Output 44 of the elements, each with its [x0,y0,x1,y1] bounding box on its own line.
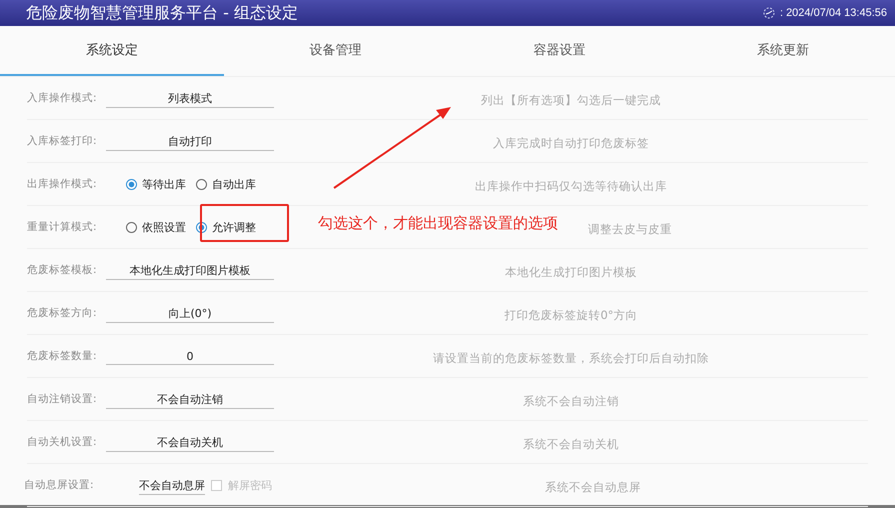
setting-label: 出库操作模式: [27,177,98,191]
setting-label: 自动注销设置: [27,392,98,406]
tab[interactable]: 系统设定 [0,26,224,76]
setting-description: 系统不会自动注销 [523,394,619,408]
setting-label: 入库标签打印: [27,134,98,148]
setting-description: 列出【所有选项】勾选后一键完成 [481,92,661,106]
setting-description: 打印危废标签旋转0°方向 [504,308,638,322]
setting-description: 调整去皮与皮重 [588,222,672,236]
setting-label: 自动息屏设置: [24,478,95,492]
tab[interactable]: 容器设置 [448,26,672,76]
setting-label: 危废标签方向: [27,306,98,320]
radio-button[interactable] [126,222,137,232]
radio-button[interactable] [196,178,207,190]
input-field[interactable]: 不会自动息屏 [139,476,205,494]
option-label: 允许调整 [212,220,256,234]
checkbox-label: 解屏密码 [228,478,272,492]
option-label: 自动出库 [212,176,256,192]
window-title: 危险废物智慧管理服务平台 - 组态设定 [26,2,298,24]
input-field[interactable]: 自动打印 [106,132,274,150]
input-field[interactable]: 0 [106,348,274,364]
date-time: : 2024/07/04 13:45:56 [780,7,887,19]
setting-label: 危废标签模板: [27,263,98,277]
input-field[interactable]: 本地化生成打印图片模板 [106,260,274,280]
setting-description: 出库操作中扫码仅勾选等待确认出库 [475,178,667,192]
setting-description: 系统不会自动息屏 [545,480,641,494]
setting-description: 系统不会自动关机 [523,436,619,450]
setting-label: 入库操作模式: [27,91,98,105]
tab[interactable]: 系统更新 [671,26,895,76]
setting-description: 请设置当前的危废标签数量，系统会打印后自动扣除 [433,350,709,364]
radio-button[interactable] [126,178,137,190]
clock-icon [760,7,777,19]
annotation-text: 勾选这个，才能出现容器设置的选项 [318,214,558,233]
setting-description: 本地化生成打印图片模板 [505,264,637,278]
input-field[interactable]: 列表模式 [106,88,274,108]
tab[interactable]: 设备管理 [224,26,448,76]
setting-label: 自动关机设置: [27,435,98,449]
option-label: 依照设置 [142,220,186,234]
input-field[interactable]: 向上(0°) [106,304,274,322]
setting-description: 入库完成时自动打印危废标签 [493,136,649,150]
setting-label: 重量计算模式: [27,220,98,234]
input-field[interactable]: 不会自动关机 [106,432,274,452]
input-field[interactable]: 不会自动注销 [106,390,274,408]
option-label: 等待出库 [142,176,186,192]
setting-label: 危废标签数量: [27,349,98,363]
